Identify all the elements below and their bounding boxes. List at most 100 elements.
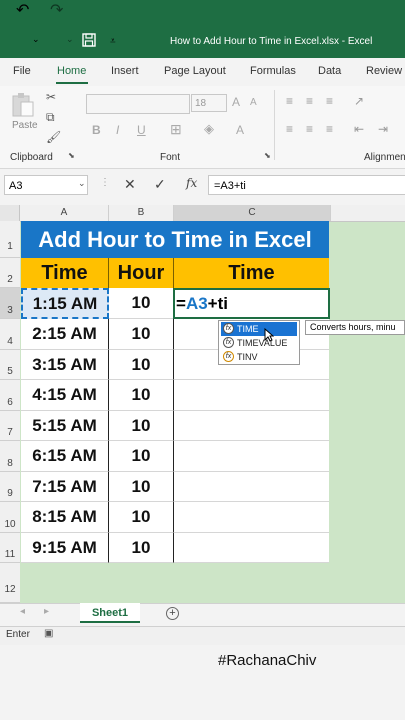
- sheet-tab-sheet1[interactable]: Sheet1: [80, 603, 140, 623]
- insert-function-icon[interactable]: fx: [186, 176, 197, 190]
- row-header-11[interactable]: 11: [0, 533, 20, 563]
- align-top-icon[interactable]: ≡: [286, 94, 293, 108]
- next-sheet-icon[interactable]: ▸: [44, 606, 49, 617]
- header-time[interactable]: Time: [21, 258, 109, 288]
- cell-result[interactable]: [174, 441, 329, 472]
- cell-time[interactable]: 6:15 AM: [21, 441, 109, 472]
- row-header-7[interactable]: 7: [0, 411, 20, 441]
- header-hour[interactable]: Hour: [109, 258, 174, 288]
- autocomplete-item-time[interactable]: fx TIME: [221, 322, 297, 336]
- tab-file[interactable]: File: [13, 65, 31, 77]
- tab-insert[interactable]: Insert: [111, 65, 139, 77]
- cell-result[interactable]: [174, 533, 329, 563]
- undo-dropdown-icon[interactable]: ⌄: [32, 34, 40, 45]
- row-header-8[interactable]: 8: [0, 441, 20, 472]
- font-color-icon[interactable]: A: [236, 123, 244, 137]
- formula-input[interactable]: =A3+ti: [208, 175, 405, 195]
- grow-font-icon[interactable]: A: [232, 95, 240, 109]
- tab-formulas[interactable]: Formulas: [250, 65, 296, 77]
- column-header-c[interactable]: C: [174, 205, 331, 221]
- prev-sheet-icon[interactable]: ◂: [20, 606, 25, 617]
- add-sheet-icon[interactable]: +: [166, 607, 179, 620]
- outdent-icon[interactable]: ⇥: [378, 122, 388, 136]
- cut-icon[interactable]: ✂: [46, 90, 56, 104]
- watermark-hashtag: #RachanaChiv: [218, 652, 317, 669]
- macro-record-icon[interactable]: ▣: [44, 628, 53, 639]
- cancel-icon[interactable]: ✕: [124, 176, 136, 193]
- format-painter-icon[interactable]: 🖌: [46, 130, 61, 144]
- cell-result[interactable]: [174, 411, 329, 441]
- cell-result[interactable]: [174, 502, 329, 533]
- cell-hour[interactable]: 10: [109, 472, 174, 502]
- warning-function-icon: fx: [223, 351, 234, 362]
- row-header-2[interactable]: 2: [0, 258, 20, 288]
- cell-result[interactable]: [174, 472, 329, 502]
- paste-icon[interactable]: [10, 92, 36, 118]
- title-cell[interactable]: Add Hour to Time in Excel: [21, 221, 329, 258]
- cell-hour[interactable]: 10: [109, 502, 174, 533]
- cell-time[interactable]: 2:15 AM: [21, 319, 109, 350]
- row-header-10[interactable]: 10: [0, 502, 20, 533]
- row-header-12[interactable]: 12: [0, 563, 20, 603]
- underline-icon[interactable]: U: [137, 123, 146, 137]
- row-header-3[interactable]: 3: [0, 288, 20, 319]
- cell-time[interactable]: 1:15 AM: [21, 288, 109, 319]
- column-header-b[interactable]: B: [109, 205, 174, 221]
- bold-icon[interactable]: B: [92, 123, 101, 137]
- cell-time[interactable]: 8:15 AM: [21, 502, 109, 533]
- orientation-icon[interactable]: ↗: [354, 94, 364, 108]
- name-box[interactable]: A3: [4, 175, 88, 195]
- row-header-4[interactable]: 4: [0, 319, 20, 350]
- cell-time[interactable]: 5:15 AM: [21, 411, 109, 441]
- cell-hour[interactable]: 10: [109, 350, 174, 380]
- select-all-button[interactable]: [0, 205, 20, 221]
- cell-result[interactable]: [174, 380, 329, 411]
- cell-time[interactable]: 7:15 AM: [21, 472, 109, 502]
- column-header-a[interactable]: A: [20, 205, 109, 221]
- tab-home[interactable]: Home: [57, 65, 86, 77]
- row-header-6[interactable]: 6: [0, 380, 20, 411]
- window-title: How to Add Hour to Time in Excel.xlsx - …: [170, 36, 373, 47]
- cell-hour[interactable]: 10: [109, 319, 174, 350]
- row-header-9[interactable]: 9: [0, 472, 20, 502]
- align-bottom-icon[interactable]: ≡: [326, 94, 333, 108]
- undo-icon[interactable]: ↶: [16, 0, 29, 20]
- row-header-1[interactable]: 1: [0, 221, 20, 258]
- redo-icon[interactable]: ↷: [50, 0, 63, 20]
- fill-color-icon[interactable]: ◈: [204, 121, 214, 137]
- cell-hour[interactable]: 10: [109, 380, 174, 411]
- clipboard-launcher-icon[interactable]: ⬊: [68, 151, 75, 160]
- row-header-5[interactable]: 5: [0, 350, 20, 380]
- align-left-icon[interactable]: ≡: [286, 122, 293, 136]
- align-center-icon[interactable]: ≡: [306, 122, 313, 136]
- indent-icon[interactable]: ⇤: [354, 122, 364, 136]
- autocomplete-item-timevalue[interactable]: fx TIMEVALUE: [221, 336, 297, 350]
- font-size-box[interactable]: 18: [191, 94, 227, 112]
- save-icon[interactable]: [82, 33, 96, 52]
- borders-icon[interactable]: ⊞: [170, 121, 182, 138]
- tab-page-layout[interactable]: Page Layout: [164, 65, 226, 77]
- cell-hour[interactable]: 10: [109, 441, 174, 472]
- align-middle-icon[interactable]: ≡: [306, 94, 313, 108]
- cell-hour[interactable]: 10: [109, 411, 174, 441]
- c3-edit-cell[interactable]: = A3 +ti: [173, 288, 330, 319]
- enter-icon[interactable]: ✓: [154, 176, 166, 193]
- italic-icon[interactable]: I: [116, 123, 119, 137]
- cell-time[interactable]: 9:15 AM: [21, 533, 109, 563]
- header-result[interactable]: Time: [174, 258, 329, 288]
- copy-icon[interactable]: ⧉: [46, 110, 55, 125]
- tab-data[interactable]: Data: [318, 65, 341, 77]
- name-box-dropdown-icon[interactable]: ⌄: [78, 178, 86, 189]
- cell-hour[interactable]: 10: [109, 533, 174, 563]
- font-launcher-icon[interactable]: ⬊: [264, 151, 271, 160]
- redo-dropdown-icon[interactable]: ⌄: [66, 34, 74, 45]
- align-right-icon[interactable]: ≡: [326, 122, 333, 136]
- cell-time[interactable]: 3:15 AM: [21, 350, 109, 380]
- font-name-box[interactable]: [86, 94, 190, 114]
- customize-toolbar-icon[interactable]: ⩡: [110, 36, 116, 47]
- autocomplete-item-tinv[interactable]: fx TINV: [221, 350, 297, 364]
- cell-hour[interactable]: 10: [109, 288, 174, 319]
- cell-time[interactable]: 4:15 AM: [21, 380, 109, 411]
- tab-review[interactable]: Review: [366, 65, 402, 77]
- shrink-font-icon[interactable]: A: [250, 97, 257, 108]
